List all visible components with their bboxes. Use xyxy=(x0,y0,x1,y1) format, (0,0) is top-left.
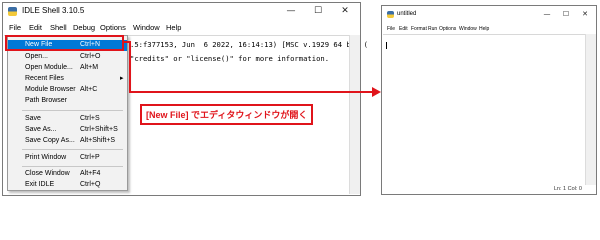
menu-item-path-browser[interactable]: Path Browser xyxy=(8,96,127,107)
menu-item-close-window[interactable]: Close Window Alt+F4 xyxy=(8,169,127,180)
menu-separator xyxy=(22,110,123,111)
menu-item-label: Path Browser xyxy=(25,97,68,104)
menu-options[interactable]: Options xyxy=(100,23,126,32)
maximize-button[interactable]: ☐ xyxy=(305,4,331,19)
menu-item-print-window[interactable]: Print Window Ctrl+P xyxy=(8,153,127,164)
menu-item-label: Print Window xyxy=(25,154,67,161)
menu-separator xyxy=(22,149,123,150)
menu-item-save-copy-as[interactable]: Save Copy As... Alt+Shift+S xyxy=(8,136,127,147)
editor-text-area[interactable] xyxy=(383,34,586,185)
menu-item-save-as[interactable]: Save As... Ctrl+Shift+S xyxy=(8,125,127,136)
untitled-editor-window: untitled — ☐ ✕ File Edit Format Run Opti… xyxy=(381,5,597,195)
menu-item-label: Save Copy As... xyxy=(25,137,75,144)
menu-item-shortcut: Ctrl+Shift+S xyxy=(80,126,118,133)
minimize-button[interactable]: — xyxy=(278,4,304,19)
shell-window-title: IDLE Shell 3.10.5 xyxy=(22,6,85,15)
menu-run[interactable]: Run xyxy=(428,26,437,32)
menu-item-shortcut: Alt+C xyxy=(80,86,98,93)
menu-item-label: Module Browser xyxy=(25,86,76,93)
shell-output-line: "credits" or "license()" for more inform… xyxy=(130,54,330,63)
menu-format[interactable]: Format xyxy=(411,26,427,32)
menu-item-label: Save As... xyxy=(25,126,57,133)
shell-title-bar[interactable]: IDLE Shell 3.10.5 — ☐ ✕ xyxy=(3,3,360,20)
menu-help[interactable]: Help xyxy=(479,26,489,32)
text-cursor xyxy=(386,42,387,49)
menu-window[interactable]: Window xyxy=(133,23,160,32)
close-button[interactable]: ✕ xyxy=(576,7,594,22)
menu-item-label: Exit IDLE xyxy=(25,181,55,188)
file-menu-dropdown: New File Ctrl+N Open... Ctrl+O Open Modu… xyxy=(7,35,128,191)
menu-item-save[interactable]: Save Ctrl+S xyxy=(8,114,127,125)
menu-item-exit-idle[interactable]: Exit IDLE Ctrl+Q xyxy=(8,180,127,191)
editor-status-bar: Ln: 1 Col: 0 xyxy=(553,186,582,192)
idle-shell-window: IDLE Shell 3.10.5 — ☐ ✕ File Edit Shell … xyxy=(2,2,368,196)
menu-file[interactable]: File xyxy=(9,23,21,32)
menu-item-shortcut: Ctrl+S xyxy=(80,115,100,122)
menu-item-label: Open... xyxy=(25,53,48,60)
menu-item-shortcut: Alt+F4 xyxy=(80,170,101,177)
menu-item-shortcut: Alt+M xyxy=(80,64,99,71)
annotation-label: [New File] でエディタウィンドウが開く xyxy=(140,104,314,125)
maximize-button[interactable]: ☐ xyxy=(557,7,575,22)
menu-edit[interactable]: Edit xyxy=(399,26,408,32)
editor-title-bar[interactable]: untitled — ☐ ✕ xyxy=(382,6,596,23)
menu-item-shortcut: Ctrl+O xyxy=(80,53,101,60)
shell-output-line: .5:f377153, Jun 6 2022, 16:14:13) [MSC v… xyxy=(130,40,368,49)
new-file-highlight-box xyxy=(5,35,124,51)
menu-item-open-module[interactable]: Open Module... Alt+M xyxy=(8,63,127,74)
menu-debug[interactable]: Debug xyxy=(73,23,95,32)
menu-window[interactable]: Window xyxy=(459,26,477,32)
menu-item-label: Open Module... xyxy=(25,64,73,71)
menu-help[interactable]: Help xyxy=(166,23,181,32)
python-logo-icon xyxy=(8,7,17,16)
menu-item-shortcut: Ctrl+Q xyxy=(80,181,101,188)
python-logo-icon xyxy=(387,11,394,18)
editor-window-title: untitled xyxy=(397,11,417,17)
submenu-arrow-icon: ▸ xyxy=(120,75,124,82)
menu-item-label: Save xyxy=(25,115,41,122)
menu-item-label: Recent Files xyxy=(25,75,64,82)
minimize-button[interactable]: — xyxy=(538,7,556,22)
shell-menu-bar: File Edit Shell Debug Options Window Hel… xyxy=(3,21,360,35)
shell-scrollbar[interactable] xyxy=(349,35,360,194)
menu-item-shortcut: Alt+Shift+S xyxy=(80,137,116,144)
menu-item-label: Close Window xyxy=(25,170,70,177)
menu-edit[interactable]: Edit xyxy=(29,23,42,32)
editor-scrollbar[interactable] xyxy=(585,34,596,185)
menu-item-open[interactable]: Open... Ctrl+O xyxy=(8,52,127,63)
menu-item-module-browser[interactable]: Module Browser Alt+C xyxy=(8,85,127,96)
menu-separator xyxy=(22,166,123,167)
menu-options[interactable]: Options xyxy=(439,26,456,32)
menu-item-recent-files[interactable]: Recent Files ▸ xyxy=(8,74,127,85)
menu-item-shortcut: Ctrl+P xyxy=(80,154,100,161)
menu-file[interactable]: File xyxy=(387,26,395,32)
close-button[interactable]: ✕ xyxy=(332,4,358,19)
menu-shell[interactable]: Shell xyxy=(50,23,67,32)
